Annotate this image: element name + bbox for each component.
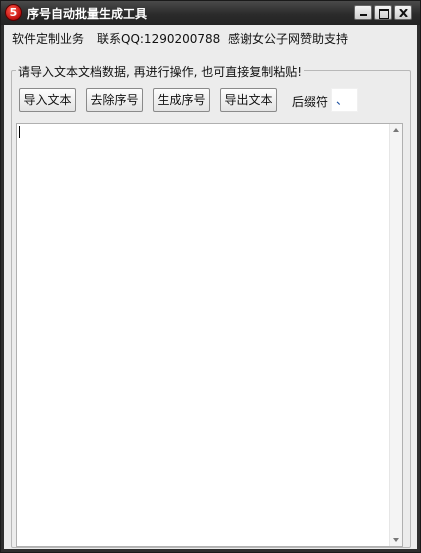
minimize-button[interactable]	[354, 5, 372, 20]
close-button[interactable]	[394, 5, 412, 20]
close-icon	[399, 9, 408, 17]
contact-qq-text: 联系QQ:1290200788	[97, 32, 221, 46]
maximize-button[interactable]	[374, 5, 392, 20]
client-area: 软件定制业务 联系QQ:1290200788 感谢女公子网赞助支持 请导入文本文…	[4, 25, 417, 549]
export-text-button[interactable]: 导出文本	[220, 88, 277, 112]
import-text-button[interactable]: 导入文本	[19, 88, 76, 112]
text-caret	[19, 126, 20, 138]
suffix-input[interactable]: 、	[331, 88, 358, 112]
suffix-label: 后缀符	[292, 95, 329, 109]
window-title: 序号自动批量生成工具	[27, 7, 148, 21]
scroll-up-arrow-icon[interactable]	[393, 128, 399, 132]
remove-serial-button[interactable]: 去除序号	[86, 88, 143, 112]
main-window: 5 序号自动批量生成工具 软件定制业务 联系QQ:1290200788 感谢女公…	[0, 0, 421, 553]
title-bar[interactable]: 5 序号自动批量生成工具	[1, 1, 420, 25]
text-editor[interactable]	[16, 123, 403, 547]
generate-serial-button[interactable]: 生成序号	[153, 88, 210, 112]
app-logo-icon: 5	[5, 4, 22, 21]
groupbox-label: 请导入文本文档数据, 再进行操作, 也可直接复制粘贴!	[16, 63, 305, 80]
scroll-down-arrow-icon[interactable]	[393, 538, 399, 542]
sponsor-thanks-text: 感谢女公子网赞助支持	[228, 32, 349, 46]
custom-software-text: 软件定制业务	[12, 32, 85, 46]
vertical-scrollbar[interactable]	[389, 124, 402, 546]
